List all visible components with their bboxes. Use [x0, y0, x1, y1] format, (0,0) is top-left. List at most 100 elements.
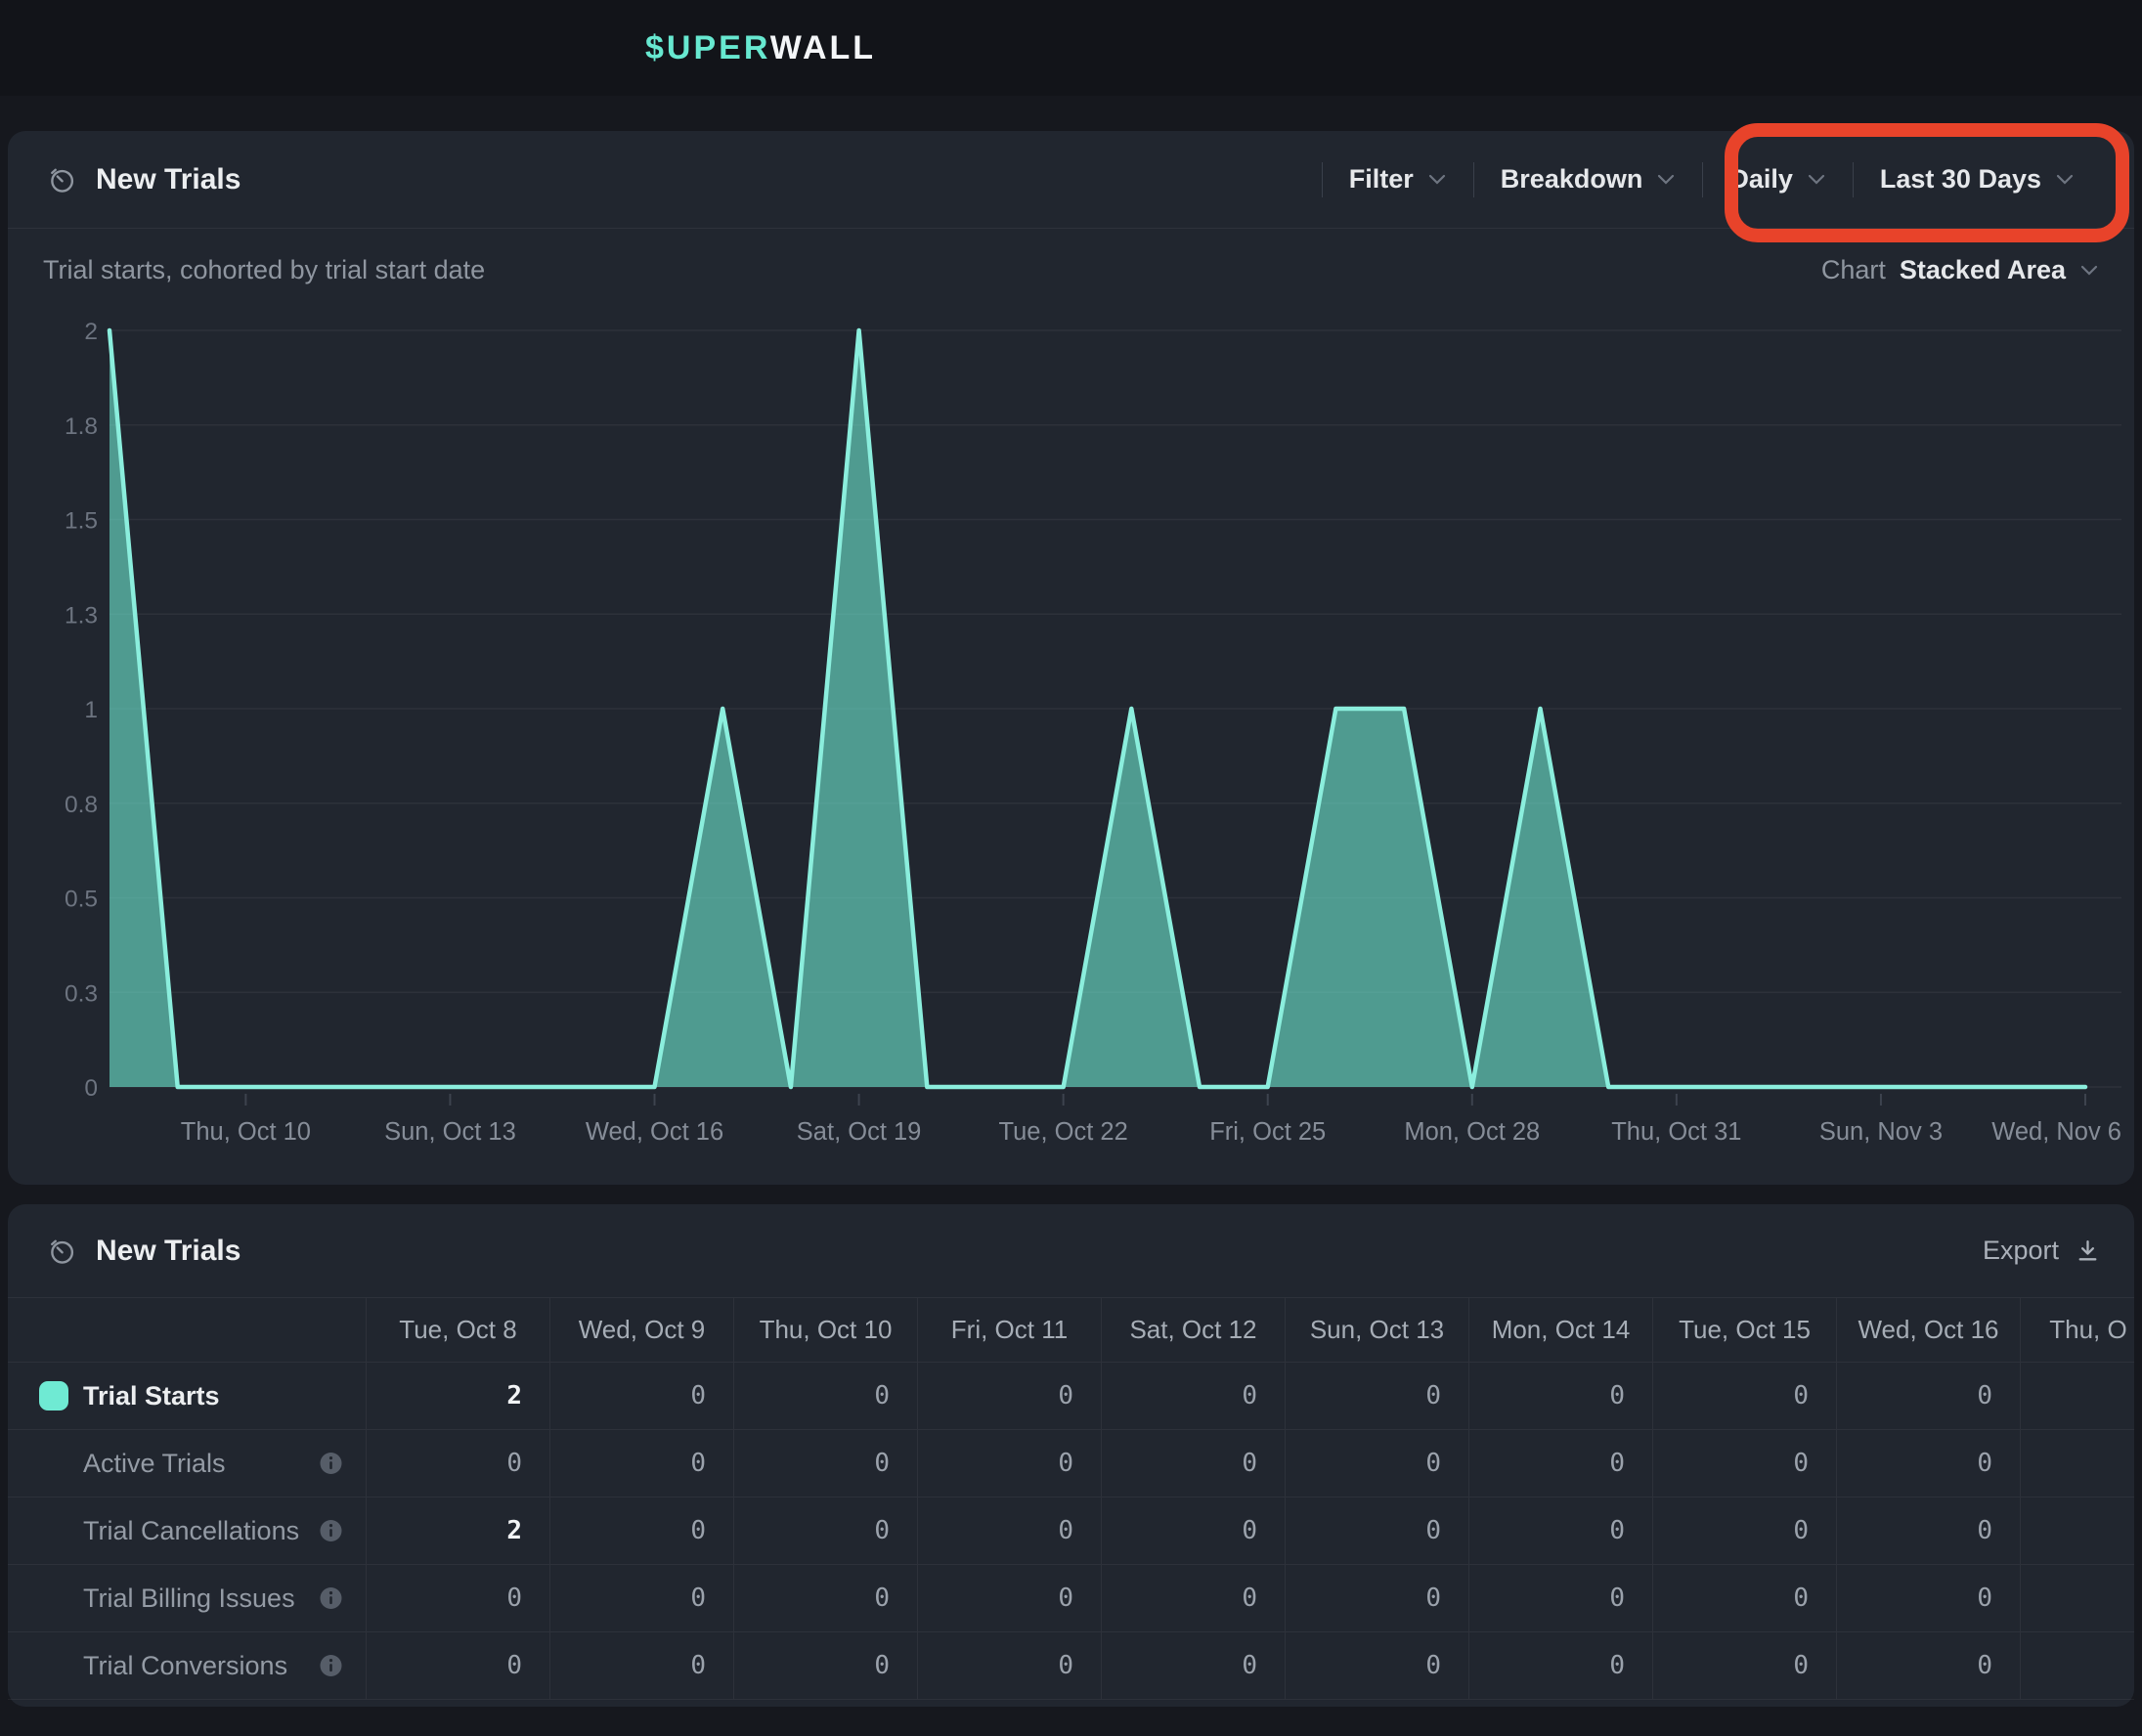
value-cell: 0 — [1653, 1632, 1837, 1699]
download-icon — [2075, 1237, 2101, 1264]
chevron-down-icon — [2055, 173, 2075, 186]
x-axis-label: Fri, Oct 25 — [1209, 1118, 1326, 1146]
value-cell: 0 — [1102, 1363, 1286, 1429]
y-axis-label: 0 — [84, 1075, 98, 1102]
chart-subtitle: Trial starts, cohorted by trial start da… — [43, 255, 485, 285]
date-range-label: Last 30 Days — [1880, 164, 2041, 195]
value-cell: 0 — [1837, 1363, 2021, 1429]
filter-button[interactable]: Filter — [1323, 151, 1473, 209]
y-axis-label: 0.5 — [65, 887, 98, 913]
chart-type-value: Stacked Area — [1900, 255, 2066, 285]
y-axis-label: 1.5 — [65, 508, 98, 535]
granularity-label: Daily — [1729, 164, 1793, 195]
series-color-swatch — [39, 1381, 68, 1410]
x-axis-label: Wed, Oct 16 — [586, 1118, 723, 1146]
chart-type-select[interactable]: Chart Stacked Area — [1821, 255, 2099, 285]
value-cell: 0 — [1286, 1363, 1469, 1429]
info-icon[interactable] — [320, 1655, 342, 1677]
value-cell: 0 — [734, 1363, 918, 1429]
chevron-down-icon — [1427, 173, 1447, 186]
value-cell: 0 — [1469, 1430, 1653, 1497]
value-cell: 0 — [734, 1632, 918, 1699]
value-cell: 0 — [1469, 1632, 1653, 1699]
chart-card-title: New Trials — [96, 163, 240, 196]
y-axis-label: 0.8 — [65, 792, 98, 818]
x-axis-label: Thu, Oct 10 — [181, 1118, 311, 1146]
chevron-down-icon — [1807, 173, 1826, 186]
info-icon[interactable] — [320, 1520, 342, 1542]
column-header: Sun, Oct 13 — [1286, 1298, 1469, 1362]
value-cell: 0 — [1102, 1565, 1286, 1631]
value-cell: 0 — [918, 1430, 1102, 1497]
column-header-partial: Thu, O — [2021, 1298, 2134, 1362]
value-cell: 0 — [1286, 1565, 1469, 1631]
row-label: Trial Starts — [83, 1381, 220, 1411]
row-label-cell: Trial Starts — [8, 1363, 367, 1429]
value-cell: 0 — [1653, 1497, 1837, 1564]
value-cell: 0 — [1469, 1565, 1653, 1631]
chevron-down-icon — [2079, 264, 2099, 277]
table-row: Active Trials 000000000 — [8, 1430, 2134, 1497]
x-axis-label: Wed, Nov 6 — [1991, 1118, 2121, 1146]
export-button[interactable]: Export — [1983, 1236, 2101, 1266]
row-label-cell: Trial Cancellations — [8, 1497, 367, 1564]
column-header: Wed, Oct 16 — [1837, 1298, 2021, 1362]
value-cell: 0 — [1837, 1632, 2021, 1699]
value-cell: 0 — [1102, 1430, 1286, 1497]
info-icon[interactable] — [320, 1587, 342, 1610]
value-cell: 0 — [918, 1632, 1102, 1699]
top-bar: $UPERWALL — [0, 0, 2142, 96]
breakdown-button[interactable]: Breakdown — [1474, 151, 1703, 209]
trials-table: Tue, Oct 8Wed, Oct 9Thu, Oct 10Fri, Oct … — [8, 1298, 2134, 1700]
value-cell: 0 — [550, 1497, 734, 1564]
chart-subheader: Trial starts, cohorted by trial start da… — [8, 229, 2134, 311]
x-axis-label: Sun, Oct 13 — [384, 1118, 516, 1146]
value-cell: 0 — [1653, 1565, 1837, 1631]
value-cell: 0 — [1653, 1363, 1837, 1429]
row-label-cell: Trial Conversions — [8, 1632, 367, 1699]
value-cell: 0 — [1102, 1497, 1286, 1564]
row-label: Trial Cancellations — [83, 1516, 299, 1546]
info-icon[interactable] — [320, 1453, 342, 1475]
granularity-button[interactable]: Daily — [1703, 151, 1853, 209]
x-axis-label: Mon, Oct 28 — [1404, 1118, 1540, 1146]
value-cell-partial — [2021, 1632, 2134, 1699]
table-header-row: Tue, Oct 8Wed, Oct 9Thu, Oct 10Fri, Oct … — [8, 1298, 2134, 1363]
chart-card-header: New Trials Filter Breakdown Daily Last 3… — [8, 131, 2134, 229]
stopwatch-icon — [47, 1237, 76, 1266]
y-axis-label: 1.8 — [65, 413, 98, 440]
logo-part-teal: $UPER — [645, 29, 770, 66]
value-cell: 0 — [1102, 1632, 1286, 1699]
new-trials-table-card: New Trials Export Tue, Oct 8Wed, Oct 9Th… — [8, 1204, 2134, 1707]
column-header: Tue, Oct 15 — [1653, 1298, 1837, 1362]
table-row: Trial Billing Issues 000000000 — [8, 1565, 2134, 1632]
trials-stacked-area-chart: 00.30.50.811.31.51.82Thu, Oct 10Sun, Oct… — [8, 311, 2134, 1180]
value-cell: 0 — [1286, 1632, 1469, 1699]
date-range-button[interactable]: Last 30 Days — [1854, 151, 2101, 209]
table-card-title: New Trials — [96, 1235, 240, 1268]
superwall-logo[interactable]: $UPERWALL — [645, 29, 876, 67]
y-axis-label: 1 — [84, 697, 98, 723]
breakdown-label: Breakdown — [1501, 164, 1643, 195]
value-cell: 0 — [367, 1430, 550, 1497]
table-row: Trial Conversions 000000000 — [8, 1632, 2134, 1700]
value-cell: 0 — [1286, 1497, 1469, 1564]
y-axis-label: 0.3 — [65, 980, 98, 1007]
row-label-cell: Trial Billing Issues — [8, 1565, 367, 1631]
chart-type-label: Chart — [1821, 255, 1886, 285]
row-label-cell: Active Trials — [8, 1430, 367, 1497]
row-label: Active Trials — [83, 1449, 226, 1479]
value-cell: 0 — [918, 1497, 1102, 1564]
value-cell: 0 — [550, 1363, 734, 1429]
x-axis-label: Thu, Oct 31 — [1611, 1118, 1741, 1146]
value-cell-partial — [2021, 1565, 2134, 1631]
logo-part-white: WALL — [770, 29, 876, 66]
export-label: Export — [1983, 1236, 2059, 1266]
value-cell: 0 — [734, 1497, 918, 1564]
value-cell-partial — [2021, 1363, 2134, 1429]
value-cell: 0 — [918, 1565, 1102, 1631]
column-header: Mon, Oct 14 — [1469, 1298, 1653, 1362]
value-cell: 0 — [1469, 1363, 1653, 1429]
column-header: Thu, Oct 10 — [734, 1298, 918, 1362]
value-cell: 0 — [734, 1430, 918, 1497]
